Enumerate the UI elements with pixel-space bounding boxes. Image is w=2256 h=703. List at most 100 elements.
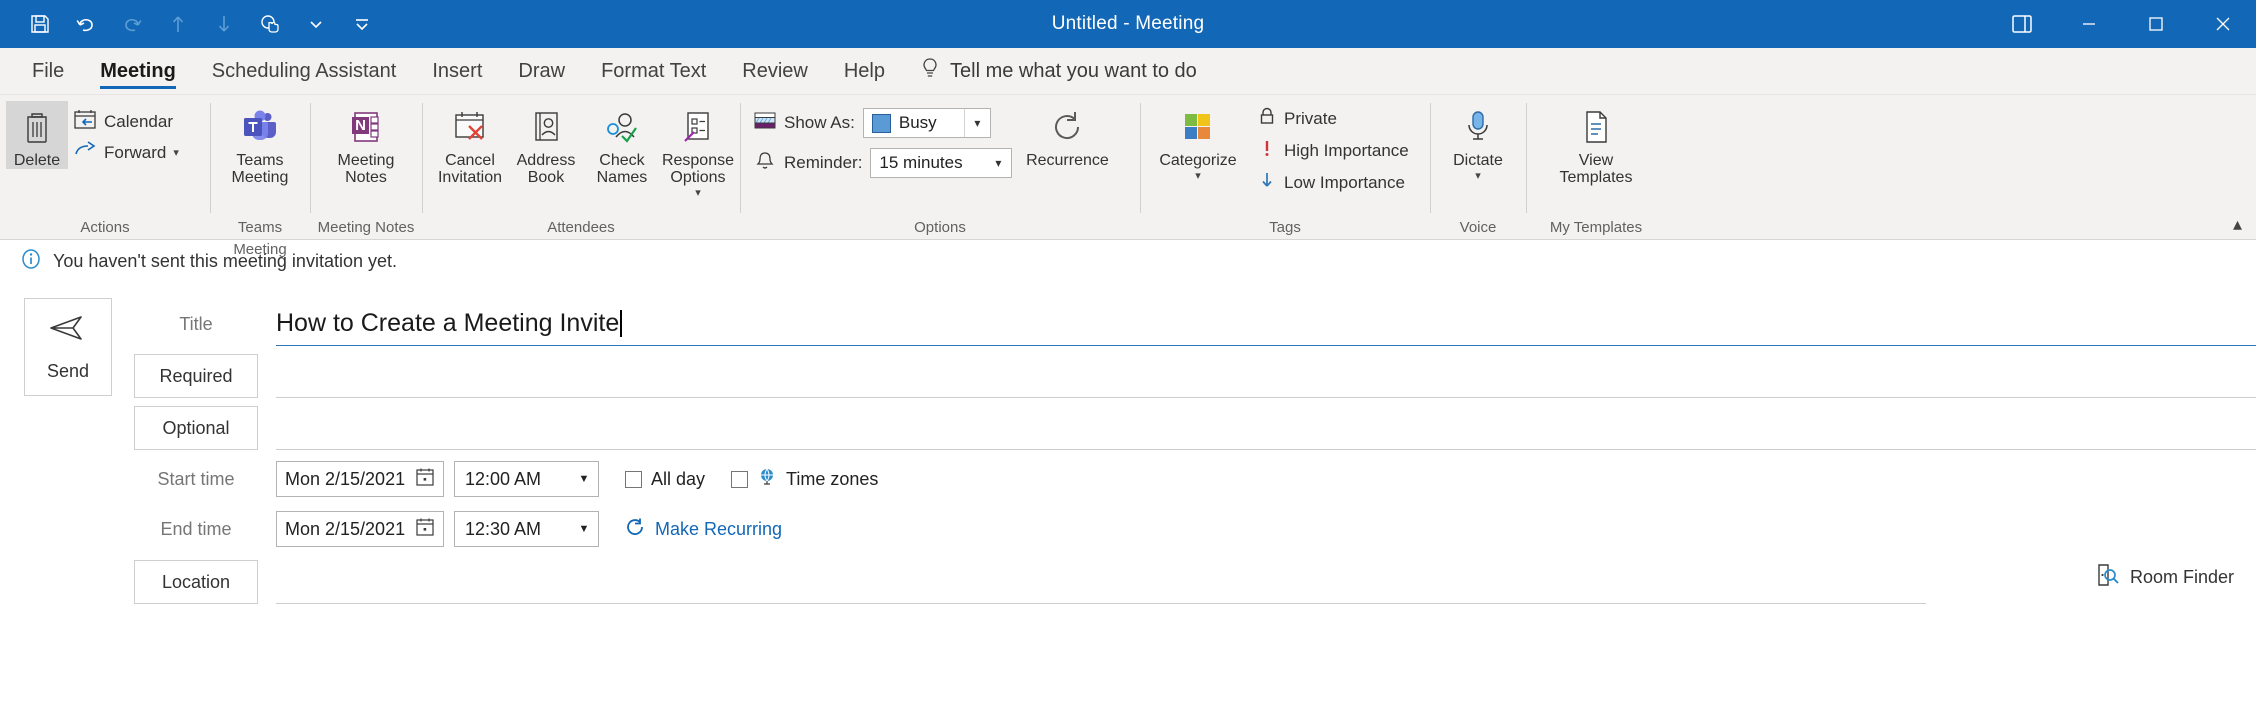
dictate-button[interactable]: Dictate ▾ <box>1440 101 1516 182</box>
ribbon-group-tags: Categorize ▾ Private High Importance Low… <box>1140 95 1430 239</box>
tab-file[interactable]: File <box>14 48 82 94</box>
chevron-down-icon[interactable]: ▾ <box>1195 171 1201 182</box>
cancel-invitation-button[interactable]: Cancel Invitation <box>434 101 506 186</box>
teams-meeting-button[interactable]: Teams Meeting <box>222 101 298 186</box>
redo-icon[interactable] <box>110 2 154 46</box>
categorize-button[interactable]: Categorize ▾ <box>1152 101 1244 182</box>
calendar-picker-icon[interactable] <box>415 467 435 492</box>
calendar-button[interactable]: Calendar <box>68 106 184 137</box>
ribbon-group-actions: Delete Calendar Forward ▾ Actions <box>0 95 210 239</box>
high-importance-label: High Importance <box>1284 140 1409 160</box>
response-options-button[interactable]: Response Options ▾ <box>662 101 734 199</box>
forward-label: Forward <box>104 142 167 162</box>
tab-insert[interactable]: Insert <box>414 48 500 94</box>
show-as-label: Show As: <box>784 113 855 132</box>
high-importance-button[interactable]: High Importance <box>1252 135 1414 166</box>
ribbon-group-teams-meeting: Teams Meeting Teams Meeting <box>210 95 310 258</box>
meeting-form: Send Title How to Create a Meeting Invit… <box>0 282 2256 610</box>
reminder-value: 15 minutes <box>879 153 963 172</box>
optional-input[interactable] <box>276 406 2256 450</box>
tab-review[interactable]: Review <box>724 48 826 94</box>
svg-text:N: N <box>355 117 366 134</box>
chevron-down-icon[interactable]: ▾ <box>1475 171 1481 182</box>
title-label: Title <box>179 313 213 334</box>
chevron-down-icon[interactable]: ▼ <box>570 523 598 535</box>
group-label-actions: Actions <box>80 219 130 236</box>
group-label-my-templates: My Templates <box>1549 219 1643 236</box>
show-as-value: Busy <box>898 113 937 132</box>
chevron-down-icon[interactable]: ▾ <box>985 149 1011 177</box>
recurrence-button[interactable]: Recurrence <box>1022 101 1112 169</box>
location-input[interactable] <box>276 560 1926 604</box>
all-day-label: All day <box>651 468 706 489</box>
delete-button[interactable]: Delete <box>6 101 68 169</box>
tab-scheduling-assistant[interactable]: Scheduling Assistant <box>194 48 415 94</box>
end-time-input[interactable]: 12:30 AM ▼ <box>454 511 599 547</box>
ribbon-group-meeting-notes: N Meeting Notes Meeting Notes <box>310 95 422 239</box>
address-book-icon <box>529 105 563 149</box>
undo-icon[interactable] <box>64 2 108 46</box>
tell-me-label: Tell me what you want to do <box>950 59 1197 82</box>
time-zones-checkbox[interactable]: Time zones <box>731 467 878 492</box>
location-button[interactable]: Location <box>134 560 258 604</box>
touch-mode-icon[interactable] <box>248 2 292 46</box>
close-icon[interactable] <box>2189 0 2256 48</box>
down-arrow-icon[interactable] <box>202 2 246 46</box>
start-time-row: Start time Mon 2/15/2021 12:00 AM ▼ All … <box>134 454 2256 504</box>
required-row: Required <box>134 350 2256 402</box>
recurrence-icon <box>1049 105 1085 149</box>
view-templates-button[interactable]: View Templates <box>1548 101 1644 186</box>
chevron-down-icon[interactable]: ▼ <box>570 473 598 485</box>
cancel-invitation-icon <box>452 105 488 149</box>
calendar-icon <box>73 108 97 135</box>
chevron-down-icon[interactable]: ▾ <box>963 109 990 137</box>
ribbon-display-options-icon[interactable] <box>1988 0 2055 48</box>
meeting-notes-button[interactable]: N Meeting Notes <box>328 101 404 186</box>
categorize-icon <box>1180 105 1216 149</box>
chevron-down-icon[interactable] <box>294 2 338 46</box>
save-icon[interactable] <box>18 2 62 46</box>
checkbox-icon[interactable] <box>625 470 642 488</box>
restore-icon[interactable] <box>2122 0 2189 48</box>
reminder-dropdown[interactable]: 15 minutes ▾ <box>870 148 1013 178</box>
private-button[interactable]: Private <box>1252 103 1414 134</box>
info-bar: You haven't sent this meeting invitation… <box>0 240 2256 282</box>
collapse-ribbon-button[interactable]: ▴ <box>2233 214 2242 235</box>
tab-help[interactable]: Help <box>826 48 903 94</box>
check-names-button[interactable]: Check Names <box>586 101 658 186</box>
make-recurring-button[interactable]: Make Recurring <box>625 517 782 542</box>
address-book-button[interactable]: Address Book <box>510 101 582 186</box>
tell-me-search[interactable]: Tell me what you want to do <box>903 48 1215 94</box>
room-finder-button[interactable]: Room Finder <box>2095 563 2234 592</box>
required-input[interactable] <box>276 354 2256 398</box>
tab-format-text[interactable]: Format Text <box>583 48 724 94</box>
show-as-dropdown[interactable]: Busy ▾ <box>862 108 991 138</box>
calendar-picker-icon[interactable] <box>415 517 435 542</box>
chevron-down-icon[interactable]: ▾ <box>173 146 179 159</box>
ribbon-group-my-templates: View Templates My Templates <box>1526 95 1666 239</box>
address-book-label-line2: Book <box>527 169 565 186</box>
ribbon-group-voice: Dictate ▾ Voice <box>1430 95 1526 239</box>
customize-qat-icon[interactable] <box>340 2 384 46</box>
required-button[interactable]: Required <box>134 354 258 398</box>
ribbon: Delete Calendar Forward ▾ Actions Teams … <box>0 95 2256 258</box>
up-arrow-icon[interactable] <box>156 2 200 46</box>
view-templates-label-line1: View <box>1578 152 1614 169</box>
all-day-checkbox[interactable]: All day <box>625 469 705 490</box>
teams-meeting-label-line1: Teams <box>236 152 284 169</box>
tab-meeting[interactable]: Meeting <box>82 48 194 94</box>
private-label: Private <box>1284 108 1337 128</box>
chevron-down-icon[interactable]: ▾ <box>695 188 701 199</box>
start-time-input[interactable]: 12:00 AM ▼ <box>454 461 599 497</box>
optional-button[interactable]: Optional <box>134 406 258 450</box>
low-importance-button[interactable]: Low Importance <box>1252 167 1414 198</box>
tab-draw[interactable]: Draw <box>500 48 583 94</box>
end-date-input[interactable]: Mon 2/15/2021 <box>276 511 444 547</box>
forward-button[interactable]: Forward ▾ <box>68 137 184 168</box>
categorize-label: Categorize <box>1159 152 1237 169</box>
quick-access-toolbar <box>0 2 384 46</box>
start-date-input[interactable]: Mon 2/15/2021 <box>276 461 444 497</box>
minimize-icon[interactable] <box>2055 0 2122 48</box>
checkbox-icon[interactable] <box>731 470 749 488</box>
title-input[interactable]: How to Create a Meeting Invite <box>276 302 2256 346</box>
